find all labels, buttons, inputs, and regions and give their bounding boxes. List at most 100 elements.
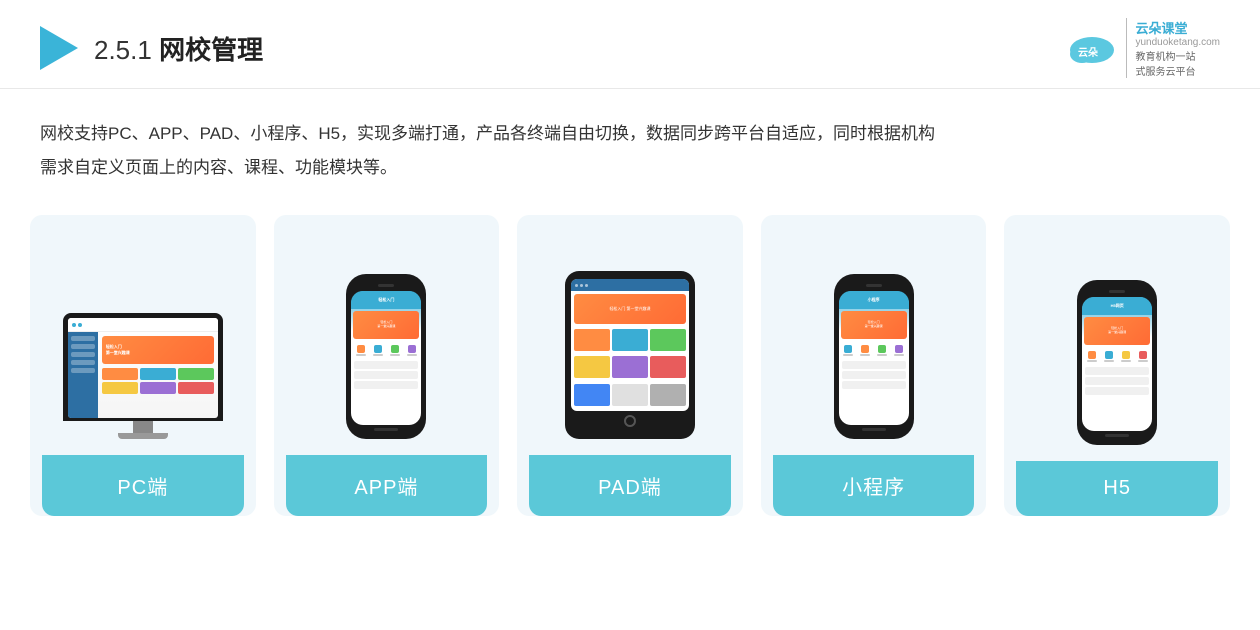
- grid-item-2: [140, 368, 176, 380]
- phone-header-text-h5: H5网页: [1111, 303, 1124, 309]
- logo-triangle-icon: [40, 26, 78, 70]
- course-row-1: [354, 361, 418, 369]
- phone-device-app: 轻松入门 轻松入门第一堂兴趣课: [346, 274, 426, 439]
- phone-mini-label-1: [843, 354, 853, 356]
- phone-mini-label-4: [894, 354, 904, 356]
- phone-mini-icon-2: [861, 345, 869, 353]
- app-card-label: APP端: [286, 455, 488, 516]
- phone-mini-label-3: [877, 354, 887, 356]
- phone-content-h5: H5网页 轻松入门第一堂兴趣课: [1082, 297, 1152, 431]
- phone-mini-icon-4: [895, 345, 903, 353]
- sidebar-item-3: [71, 352, 95, 357]
- page-container: 2.5.1 网校管理 云朵 云朵课堂 yunduoketang.com 教育机构…: [0, 0, 1260, 630]
- tablet-grid-6: [650, 356, 686, 378]
- phone-label-4: [407, 354, 417, 356]
- grid-item-5: [140, 382, 176, 394]
- monitor-nav: [68, 318, 218, 332]
- tablet-dot-3: [585, 284, 588, 287]
- phone-outer-h5: H5网页 轻松入门第一堂兴趣课: [1077, 280, 1157, 445]
- grid-item-6: [178, 382, 214, 394]
- app-card: 轻松入门 轻松入门第一堂兴趣课: [274, 215, 500, 516]
- phone-courses-h5: [1082, 365, 1152, 431]
- phone-h5-label-2: [1104, 360, 1114, 362]
- phone-outer-mini: 小程序 轻松入门第一堂兴趣课: [834, 274, 914, 439]
- phone-speaker-mini: [866, 284, 882, 287]
- svg-text:云朵: 云朵: [1078, 47, 1098, 59]
- h5-card: H5网页 轻松入门第一堂兴趣课: [1004, 215, 1230, 516]
- phone-h5-label-3: [1121, 360, 1131, 362]
- tablet-grid-5: [612, 356, 648, 378]
- course-row-mini-2: [842, 371, 906, 379]
- tablet-grid-2: [612, 329, 648, 351]
- description-section: 网校支持PC、APP、PAD、小程序、H5，实现多端打通，产品各终端自由切换，数…: [0, 89, 1260, 195]
- phone-banner-h5: 轻松入门第一堂兴趣课: [1084, 317, 1150, 345]
- course-row-3: [354, 381, 418, 389]
- phone-icon-3: [391, 345, 399, 353]
- phone-device-h5: H5网页 轻松入门第一堂兴趣课: [1077, 280, 1157, 445]
- page-title: 2.5.1 网校管理: [94, 30, 263, 67]
- nav-dot-2: [78, 323, 82, 327]
- course-row-2: [354, 371, 418, 379]
- course-row-h5-2: [1085, 377, 1149, 385]
- sidebar-item-1: [71, 336, 95, 341]
- phone-home-h5: [1105, 434, 1129, 437]
- grid-item-3: [178, 368, 214, 380]
- sidebar-item-2: [71, 344, 95, 349]
- phone-banner-app: 轻松入门第一堂兴趣课: [353, 311, 419, 339]
- sidebar-item-5: [71, 368, 95, 373]
- header-left: 2.5.1 网校管理: [40, 26, 263, 70]
- phone-label-3: [390, 354, 400, 356]
- phone-header-h5: H5网页: [1082, 297, 1152, 315]
- phone-grid-h5: [1082, 347, 1152, 365]
- phone-mini-grid-2: [858, 343, 873, 357]
- phone-content-app: 轻松入门 轻松入门第一堂兴趣课: [351, 291, 421, 425]
- phone-mini-icon-1: [844, 345, 852, 353]
- tablet-grid-9: [650, 384, 686, 406]
- monitor-banner-text: 轻松入门第一堂兴趣课: [106, 344, 130, 356]
- phone-outer-app: 轻松入门 轻松入门第一堂兴趣课: [346, 274, 426, 439]
- phone-banner-text-mini: 轻松入门第一堂兴趣课: [865, 321, 883, 329]
- brand-logo: 云朵 云朵课堂 yunduoketang.com 教育机构一站 式服务云平台: [1062, 18, 1220, 78]
- phone-grid-mini: [839, 341, 909, 359]
- phone-icon-1: [357, 345, 365, 353]
- tablet-home-button: [624, 415, 636, 427]
- monitor-device: 轻松入门第一堂兴趣课: [63, 313, 223, 439]
- phone-h5-grid-2: [1101, 349, 1116, 363]
- phone-home-app: [374, 428, 398, 431]
- phone-mini-grid-1: [841, 343, 856, 357]
- course-row-mini-1: [842, 361, 906, 369]
- phone-header-text-mini: 小程序: [868, 297, 880, 303]
- tablet-grid-4: [574, 356, 610, 378]
- tablet-content: 轻松入门 第一堂兴趣课: [571, 279, 689, 411]
- miniprogram-card: 小程序 轻松入门第一堂兴趣课: [761, 215, 987, 516]
- phone-grid-1: [353, 343, 368, 357]
- sidebar-item-4: [71, 360, 95, 365]
- course-row-mini-3: [842, 381, 906, 389]
- phone-speaker-h5: [1109, 290, 1125, 293]
- course-row-h5-3: [1085, 387, 1149, 395]
- description-text: 网校支持PC、APP、PAD、小程序、H5，实现多端打通，产品各终端自由切换，数…: [40, 117, 1220, 185]
- phone-h5-icon-3: [1122, 351, 1130, 359]
- phone-courses-mini: [839, 359, 909, 425]
- brand-text: 云朵课堂 yunduoketang.com 教育机构一站 式服务云平台: [1126, 18, 1220, 78]
- monitor-base: [118, 433, 168, 439]
- phone-grid-2: [370, 343, 385, 357]
- brand-slogan: 教育机构一站 式服务云平台: [1135, 48, 1220, 78]
- phone-label-2: [373, 354, 383, 356]
- phone-screen-mini: 小程序 轻松入门第一堂兴趣课: [839, 291, 909, 425]
- pc-card: 轻松入门第一堂兴趣课: [30, 215, 256, 516]
- phone-grid-3: [387, 343, 402, 357]
- monitor-stand: [133, 421, 153, 433]
- tablet-dot-2: [580, 284, 583, 287]
- phone-mini-icon-3: [878, 345, 886, 353]
- phone-banner-mini: 轻松入门第一堂兴趣课: [841, 311, 907, 339]
- tablet-banner: 轻松入门 第一堂兴趣课: [574, 294, 686, 324]
- phone-h5-icon-1: [1088, 351, 1096, 359]
- cards-section: 轻松入门第一堂兴趣课: [0, 195, 1260, 546]
- monitor-banner: 轻松入门第一堂兴趣课: [102, 336, 214, 364]
- phone-h5-label-4: [1138, 360, 1148, 362]
- phone-mini-grid-4: [892, 343, 907, 357]
- phone-content-mini: 小程序 轻松入门第一堂兴趣课: [839, 291, 909, 425]
- phone-header-mini: 小程序: [839, 291, 909, 309]
- tablet-grid-3: [650, 329, 686, 351]
